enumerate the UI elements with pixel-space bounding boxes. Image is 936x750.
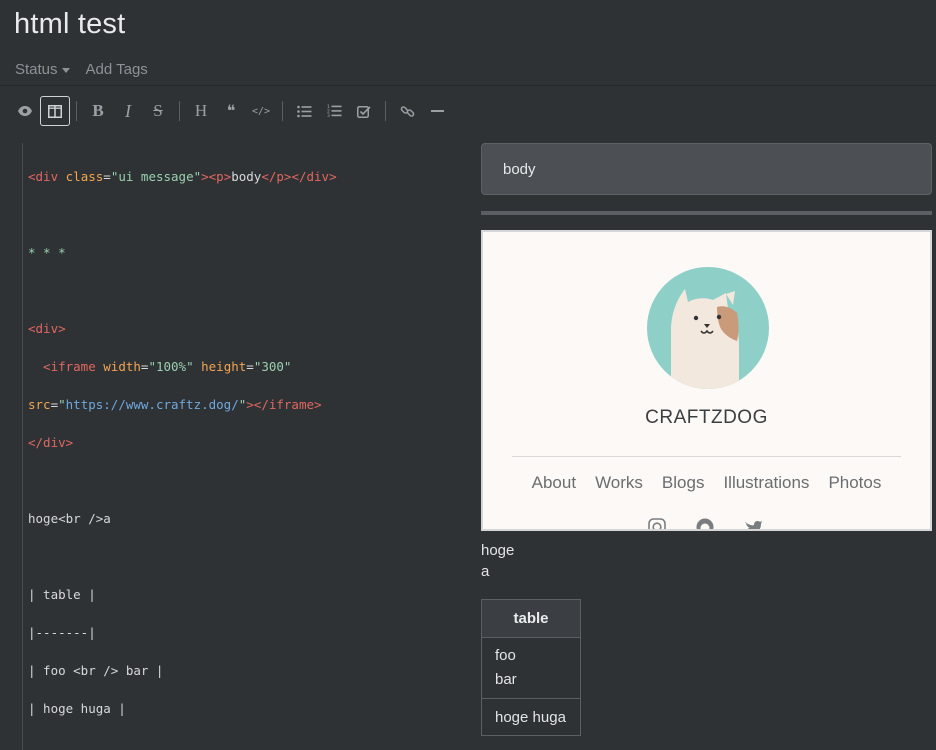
eye-icon — [17, 105, 33, 117]
cell-line: foo — [495, 647, 516, 664]
code-icon: </> — [251, 105, 271, 117]
columns-icon — [48, 104, 62, 118]
link-icon — [400, 104, 415, 119]
site-nav: About Works Blogs Illustrations Photos — [483, 473, 930, 493]
code-line: |-------| — [28, 625, 96, 640]
table-row: foo bar — [481, 637, 581, 699]
status-label: Status — [15, 61, 58, 78]
code-line: </div> — [28, 435, 74, 450]
markdown-editor[interactable]: <div class="ui message"><p>body</p></div… — [0, 143, 470, 750]
unordered-list-button[interactable] — [289, 96, 319, 126]
text-line: hoge — [481, 542, 515, 559]
code-line: * * * — [28, 245, 66, 260]
preview-text: hoge a — [481, 540, 932, 582]
link-button[interactable] — [392, 96, 422, 126]
github-icon[interactable] — [696, 518, 714, 529]
instagram-icon[interactable] — [648, 518, 666, 529]
nav-illustrations-link[interactable]: Illustrations — [723, 473, 809, 493]
nav-about-link[interactable]: About — [532, 473, 576, 493]
message-text: body — [503, 160, 536, 178]
bold-button[interactable]: B — [83, 96, 113, 126]
editor-toolbar: B I S H ❝ </> 123 — [10, 95, 452, 127]
markdown-preview: body CRAFTZDOG About Works Blogs Illustr… — [481, 143, 932, 736]
ui-message-box: body — [481, 143, 932, 195]
side-by-side-toggle-button[interactable] — [40, 96, 70, 126]
italic-icon: I — [125, 100, 131, 121]
code-line: | foo <br /> bar | — [28, 663, 164, 678]
heading-button[interactable]: H — [186, 96, 216, 126]
checkbox-icon — [357, 105, 371, 118]
code-line: | table | — [28, 587, 96, 602]
text-line: a — [481, 563, 490, 580]
unordered-list-icon — [296, 105, 312, 118]
toolbar-separator — [76, 101, 77, 121]
social-links — [648, 518, 762, 529]
header-divider — [0, 85, 936, 86]
quote-button[interactable]: ❝ — [216, 96, 246, 126]
nav-works-link[interactable]: Works — [595, 473, 643, 493]
cell-line: bar — [495, 671, 517, 688]
preview-table: table foo bar hoge huga — [481, 599, 581, 736]
heading-icon: H — [194, 101, 208, 120]
code-line: <div class="ui message"><p>body</p></div… — [28, 169, 337, 184]
code-line: hoge<br />a — [28, 511, 111, 526]
note-meta: Status Add Tags — [15, 61, 148, 78]
code-line: <iframe width="100%" height="300" — [28, 359, 292, 374]
dog-avatar — [647, 267, 769, 389]
toolbar-separator — [179, 101, 180, 121]
table-cell: foo bar — [481, 637, 581, 699]
strikethrough-icon: S — [153, 101, 163, 120]
svg-text:3: 3 — [327, 113, 330, 118]
bold-icon: B — [92, 101, 104, 120]
ordered-list-button[interactable]: 123 — [319, 96, 349, 126]
nav-photos-link[interactable]: Photos — [828, 473, 881, 493]
quote-icon: ❝ — [226, 103, 236, 120]
embedded-iframe[interactable]: CRAFTZDOG About Works Blogs Illustration… — [481, 230, 932, 531]
code-line: | hoge huga | — [28, 701, 126, 716]
task-list-button[interactable] — [349, 96, 379, 126]
caret-down-icon — [61, 68, 70, 73]
minus-icon — [430, 109, 444, 113]
editor-code[interactable]: <div class="ui message"><p>body</p></div… — [28, 148, 337, 750]
site-divider — [512, 456, 901, 457]
code-button[interactable]: </> — [246, 96, 276, 126]
add-tags-button[interactable]: Add Tags — [86, 61, 148, 78]
table-header-cell: table — [481, 599, 581, 638]
note-title[interactable]: html test — [14, 8, 125, 41]
strikethrough-button[interactable]: S — [143, 96, 173, 126]
toolbar-separator — [282, 101, 283, 121]
preview-toggle-button[interactable] — [10, 96, 40, 126]
nav-blogs-link[interactable]: Blogs — [662, 473, 705, 493]
toolbar-separator — [385, 101, 386, 121]
horizontal-rule — [481, 211, 932, 215]
code-line: <div> — [28, 321, 66, 336]
italic-button[interactable]: I — [113, 96, 143, 126]
status-dropdown[interactable]: Status — [15, 61, 70, 78]
table-header-row: table — [481, 599, 581, 638]
table-cell: hoge huga — [481, 698, 581, 736]
editor-gutter — [22, 143, 23, 750]
ordered-list-icon: 123 — [327, 104, 342, 118]
horizontal-rule-button[interactable] — [422, 96, 452, 126]
site-name: CRAFTZDOG — [645, 407, 768, 428]
code-line: src="https://www.craftz.dog/"></iframe> — [28, 397, 322, 412]
table-row: hoge huga — [481, 698, 581, 736]
twitter-icon[interactable] — [744, 518, 762, 529]
